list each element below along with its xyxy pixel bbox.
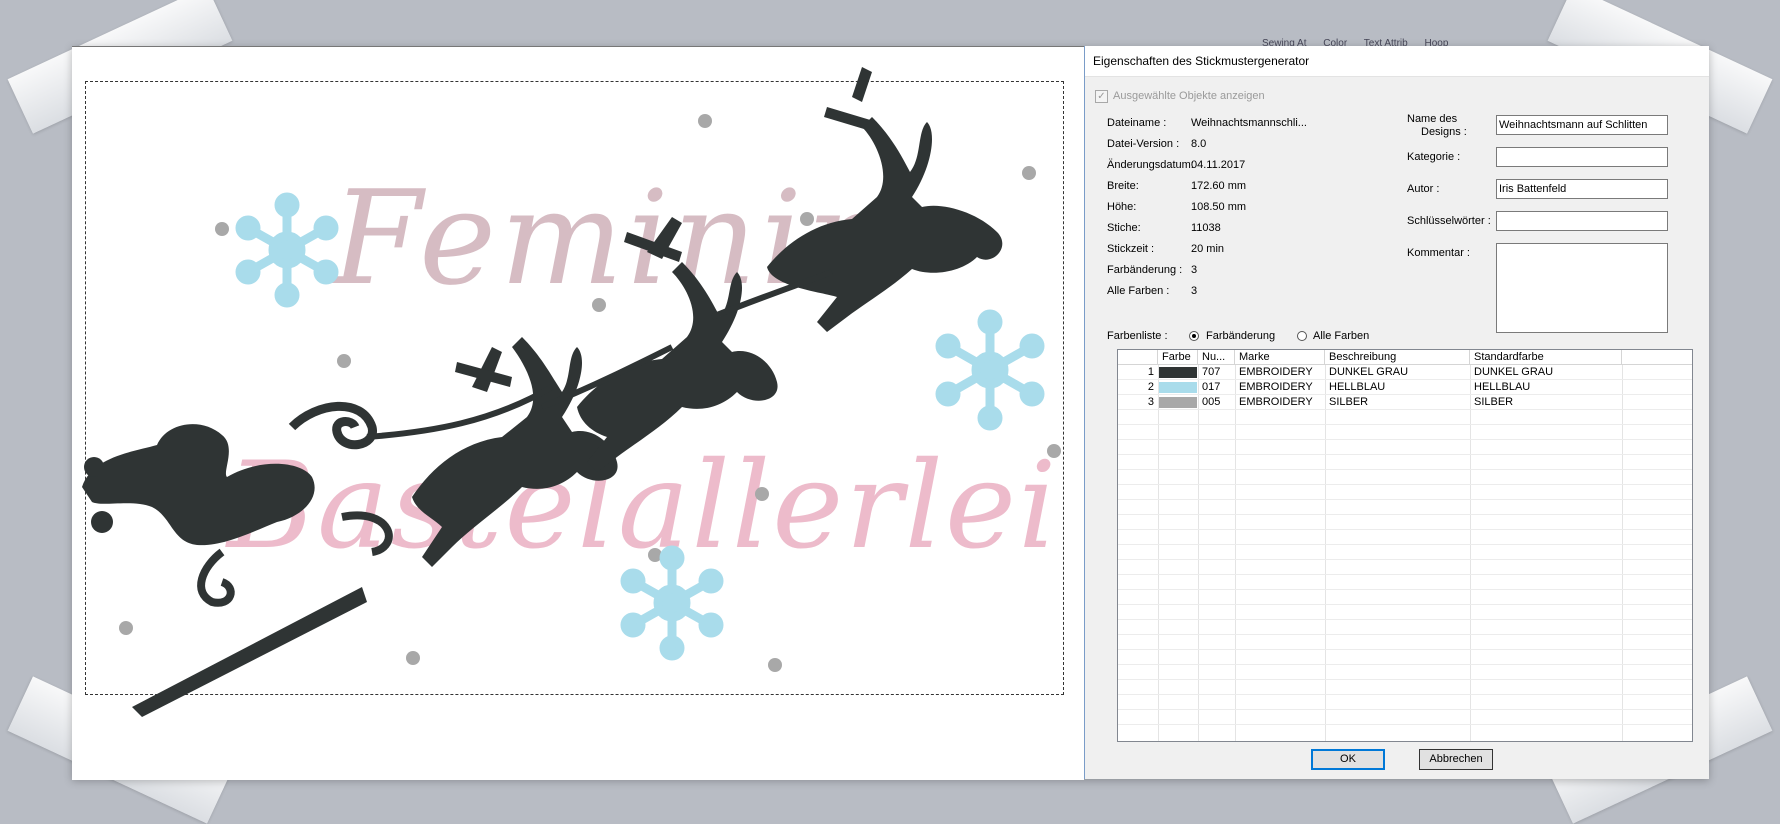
reindeer-icon <box>577 217 778 472</box>
info-label: Breite: <box>1107 180 1139 192</box>
author-label: Autor : <box>1407 183 1440 195</box>
column-header[interactable] <box>1118 350 1158 364</box>
thread-standard: HELLBLAU <box>1474 381 1531 393</box>
snowflake-icon <box>620 545 724 661</box>
color-swatch <box>1159 397 1197 408</box>
thread-brand: EMBROIDERY <box>1239 396 1313 408</box>
thread-standard: SILBER <box>1474 396 1514 408</box>
silver-dot <box>698 114 712 128</box>
thread-description: HELLBLAU <box>1329 381 1386 393</box>
silver-dot <box>755 487 769 501</box>
column-header[interactable]: Standardfarbe <box>1470 350 1622 364</box>
column-header[interactable]: Farbe <box>1158 350 1198 364</box>
embroidery-design <box>82 67 1061 717</box>
info-label: Stiche: <box>1107 222 1141 234</box>
sleigh-icon <box>82 401 393 717</box>
name-label-line2: Designs : <box>1421 126 1467 138</box>
silver-dot <box>1022 166 1036 180</box>
row-index: 2 <box>1147 381 1154 393</box>
info-value: 11038 <box>1191 222 1221 234</box>
show-selected-checkbox[interactable]: ✓ <box>1095 90 1108 103</box>
info-label: Stickzeit : <box>1107 243 1155 255</box>
info-value: 3 <box>1191 264 1198 276</box>
info-label: Datei-Version : <box>1107 138 1180 150</box>
silver-dot <box>406 651 420 665</box>
info-value: 8.0 <box>1191 138 1207 150</box>
silver-dot <box>800 212 814 226</box>
table-row[interactable]: 1 707 EMBROIDERY DUNKEL GRAU DUNKEL GRAU <box>1118 365 1692 379</box>
column-header[interactable]: Nu... <box>1198 350 1235 364</box>
table-header: Farbe Nu... Marke Beschreibung Standardf… <box>1118 350 1692 365</box>
info-value: 20 min <box>1191 243 1225 255</box>
comment-label: Kommentar : <box>1407 247 1470 259</box>
row-index: 3 <box>1147 396 1154 408</box>
thread-number: 707 <box>1202 366 1221 378</box>
column-header[interactable]: Marke <box>1235 350 1325 364</box>
radio-all-colors-label[interactable]: Alle Farben <box>1313 330 1369 342</box>
info-value: 172.60 mm <box>1191 180 1247 192</box>
info-value: 108.50 mm <box>1191 201 1247 213</box>
info-value: 04.11.2017 <box>1191 159 1246 171</box>
snowflake-icon <box>935 309 1045 431</box>
radio-all-colors[interactable] <box>1297 331 1307 341</box>
reindeer-icon <box>767 67 1003 332</box>
row-index: 1 <box>1147 366 1154 378</box>
table-row[interactable]: 3 005 EMBROIDERY SILBER SILBER <box>1118 395 1692 409</box>
silver-dot <box>592 298 606 312</box>
info-value: 3 <box>1191 285 1198 297</box>
cancel-button[interactable]: Abbrechen <box>1419 749 1493 770</box>
color-swatch <box>1159 367 1197 378</box>
author-field[interactable]: Iris Battenfeld <box>1496 179 1668 199</box>
name-label-line1: Name des <box>1407 113 1458 125</box>
properties-dialog: Eigenschaften des Stickmustergenerator ✓… <box>1084 46 1709 779</box>
table-row[interactable]: 2 017 EMBROIDERY HELLBLAU HELLBLAU <box>1118 380 1692 394</box>
design-name-field[interactable]: Weihnachtsmann auf Schlitten <box>1496 115 1668 135</box>
comment-field[interactable] <box>1496 243 1668 333</box>
info-label: Alle Farben : <box>1107 285 1170 297</box>
info-label: Höhe: <box>1107 201 1137 213</box>
thread-brand: EMBROIDERY <box>1239 381 1313 393</box>
silver-dot <box>337 354 351 368</box>
keywords-field[interactable] <box>1496 211 1668 231</box>
radio-color-changes-label[interactable]: Farbänderung <box>1206 330 1275 342</box>
thread-standard: DUNKEL GRAU <box>1474 366 1554 378</box>
keywords-label: Schlüsselwörter : <box>1407 215 1491 227</box>
color-list-label: Farbenliste : <box>1107 330 1168 342</box>
snowflake-icon <box>235 192 339 308</box>
silver-dot <box>119 621 133 635</box>
info-label: Änderungsdatum: <box>1107 159 1194 171</box>
category-label: Kategorie : <box>1407 151 1461 163</box>
radio-color-changes[interactable] <box>1189 331 1199 341</box>
design-canvas[interactable]: Feminin Bastelallerlei <box>72 46 1084 780</box>
silver-dot <box>768 658 782 672</box>
show-selected-label: Ausgewählte Objekte anzeigen <box>1113 90 1265 102</box>
thread-number: 017 <box>1202 381 1221 393</box>
color-swatch <box>1159 382 1197 393</box>
info-value: Weihnachtsmannschli... <box>1191 117 1307 129</box>
thread-description: DUNKEL GRAU <box>1329 366 1409 378</box>
ok-button[interactable]: OK <box>1311 749 1385 770</box>
info-label: Farbänderung : <box>1107 264 1183 276</box>
color-list-table[interactable]: Farbe Nu... Marke Beschreibung Standardf… <box>1117 349 1693 742</box>
info-label: Dateiname : <box>1107 117 1167 129</box>
column-header[interactable]: Beschreibung <box>1325 350 1470 364</box>
thread-description: SILBER <box>1329 396 1369 408</box>
thread-number: 005 <box>1202 396 1221 408</box>
dialog-title: Eigenschaften des Stickmustergenerator <box>1085 46 1709 77</box>
category-field[interactable] <box>1496 147 1668 167</box>
silver-dot <box>1047 444 1061 458</box>
thread-brand: EMBROIDERY <box>1239 366 1313 378</box>
silver-dot <box>215 222 229 236</box>
reindeer-icon <box>412 337 618 567</box>
